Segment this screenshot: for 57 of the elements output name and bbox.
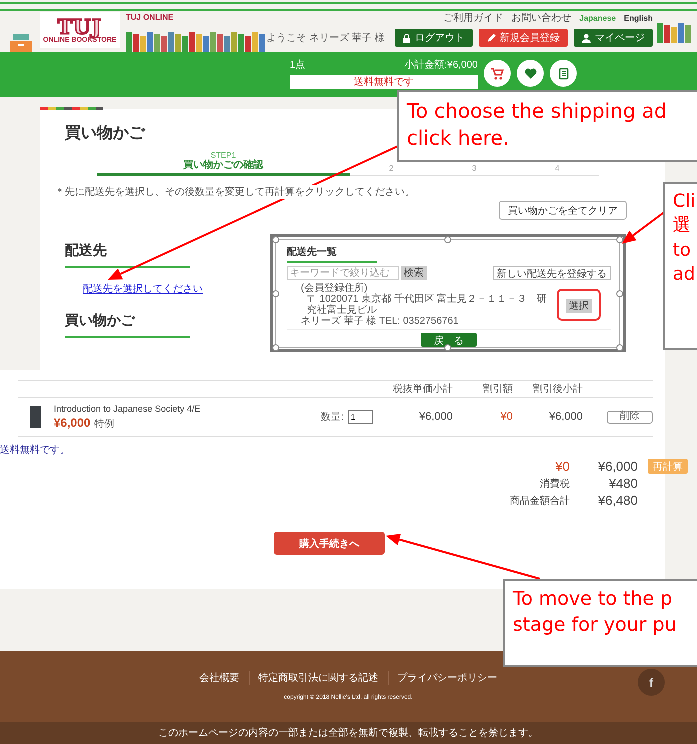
column-header: 割引額 <box>482 382 513 396</box>
section-heading: 買い物かご <box>65 312 190 338</box>
annotation-callout: To choose the shipping ad click here. <box>397 90 697 162</box>
header-button[interactable]: マイページ <box>574 29 653 47</box>
book-cover-placeholder <box>30 406 41 428</box>
section-heading: 配送先 <box>65 242 190 268</box>
tax-value: ¥480 <box>608 476 638 491</box>
site-name: TUJ ONLINE <box>126 13 175 22</box>
subtotal-text: 小計金額:¥6,000 <box>404 58 478 72</box>
delete-button[interactable]: 削除 <box>607 410 653 424</box>
header-button[interactable]: 新規会員登録 <box>479 29 568 47</box>
clear-cart-button[interactable]: 買い物かごを全てクリア <box>499 201 627 220</box>
drawer-icon <box>10 34 32 52</box>
annotation-callout: To move to the p stage for your pu <box>503 579 697 667</box>
heart-icon <box>524 68 536 79</box>
total-label: 商品金額合計 <box>509 494 570 508</box>
header-link[interactable]: ご利用ガイド <box>444 11 504 25</box>
color-strip <box>40 107 103 110</box>
discount-total: ¥0 <box>554 459 570 474</box>
lock-icon <box>403 34 411 42</box>
welcome-text: ようこそ ネリーズ 華子 様 <box>266 32 385 45</box>
language-link[interactable]: English <box>624 14 653 22</box>
column-header: 税抜単価小計 <box>392 382 453 396</box>
favorites-button[interactable] <box>517 60 544 87</box>
price-tag: 特例 <box>94 416 115 430</box>
cart-button[interactable] <box>484 60 511 87</box>
header-button[interactable]: ログアウト <box>395 29 473 47</box>
subtotal-value: ¥6,000 <box>597 459 638 474</box>
user-icon <box>582 34 591 42</box>
tax-label: 消費税 <box>539 478 570 490</box>
notice-text: このホームページの内容の一部または全部を無断で複製、転載することを禁じます。 <box>158 726 538 740</box>
column-header: 割引後小計 <box>532 382 583 396</box>
table-cell-text: ¥6,000 <box>548 411 583 423</box>
select-address-link[interactable]: 配送先を選択してください <box>83 282 270 296</box>
history-button[interactable] <box>550 60 577 87</box>
quantity-label: 数量: <box>321 411 344 424</box>
cart-icon <box>491 68 504 80</box>
header-link[interactable]: お問い合わせ <box>512 11 572 25</box>
page-title: 買い物かご <box>65 124 145 144</box>
footer-link[interactable]: 特定商取引法に関する記述 <box>248 671 388 685</box>
book-price: ¥6,000 <box>54 416 91 430</box>
item-count: 1点 <box>290 58 306 72</box>
footer-link[interactable]: プライバシーポリシー <box>388 671 506 685</box>
document-icon <box>558 68 568 80</box>
footer-link[interactable]: 会社概要 <box>190 671 248 685</box>
total-value: ¥6,480 <box>597 493 638 508</box>
annotation-callout: Cli 選 to ad <box>663 182 697 350</box>
pointer-arrow <box>622 211 666 244</box>
social-button[interactable]: f <box>638 669 665 696</box>
table-cell-text: ¥6,000 <box>418 411 453 423</box>
shipping-banner: 送料無料です <box>290 75 478 89</box>
book-title[interactable]: Introduction to Japanese Society 4/E <box>54 404 256 414</box>
quantity-field[interactable]: 1 <box>348 410 373 424</box>
checkout-button[interactable]: 購入手続きへ <box>274 532 385 555</box>
shipping-note: 送料無料です。 <box>0 444 71 457</box>
pencil-icon <box>487 34 496 42</box>
table-cell-text: ¥0 <box>500 411 513 423</box>
